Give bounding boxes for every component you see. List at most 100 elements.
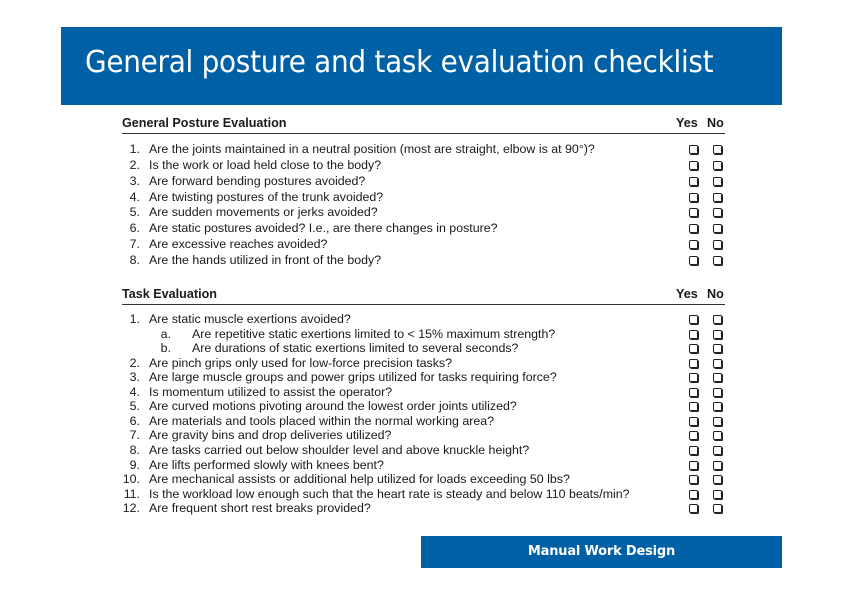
- yes-checkbox[interactable]: [689, 240, 698, 250]
- no-checkbox[interactable]: [713, 431, 722, 441]
- title-bar: General posture and task evaluation chec…: [61, 27, 782, 105]
- no-checkbox[interactable]: [713, 504, 722, 514]
- item-question: Is the work or load held close to the bo…: [149, 157, 382, 172]
- no-checkbox[interactable]: [713, 160, 722, 170]
- item-number: 6.: [129, 413, 140, 428]
- checklist-item: 9. Are lifts performed slowly with knees …: [110, 458, 740, 473]
- no-checkbox[interactable]: [713, 176, 722, 186]
- item-question: Are gravity bins and drop deliveries uti…: [149, 428, 392, 443]
- item-number: 2.: [129, 355, 140, 370]
- no-checkbox[interactable]: [713, 373, 722, 383]
- yes-checkbox[interactable]: [689, 176, 698, 186]
- item-number: b.: [160, 341, 171, 356]
- yes-column-header: Yes: [676, 116, 698, 130]
- item-number: 4.: [129, 189, 140, 204]
- checklist-item: 4. Are twisting postures of the trunk avo…: [110, 190, 740, 205]
- section-header: General Posture Evaluation Yes No: [122, 116, 725, 134]
- no-checkbox[interactable]: [713, 255, 722, 265]
- no-checkbox[interactable]: [713, 475, 722, 485]
- item-number: 8.: [129, 442, 140, 457]
- no-checkbox[interactable]: [713, 192, 722, 202]
- item-number: 4.: [129, 384, 140, 399]
- item-question: Are tasks carried out below shoulder lev…: [149, 442, 530, 457]
- checklist-item: 2. Is the work or load held close to the …: [110, 158, 740, 173]
- checklist-item: 12. Are frequent short rest breaks provid…: [110, 501, 740, 516]
- yes-checkbox[interactable]: [689, 208, 698, 218]
- item-number: 5.: [129, 205, 140, 220]
- item-question: Are twisting postures of the trunk avoid…: [149, 189, 384, 204]
- no-checkbox[interactable]: [713, 489, 722, 499]
- no-checkbox[interactable]: [713, 387, 722, 397]
- section-title: Task Evaluation: [122, 287, 217, 301]
- no-checkbox[interactable]: [713, 240, 722, 250]
- item-number: 10.: [122, 472, 140, 487]
- yes-checkbox[interactable]: [689, 329, 698, 339]
- yes-checkbox[interactable]: [689, 373, 698, 383]
- footer-bar: Manual Work Design: [421, 536, 782, 568]
- yes-checkbox[interactable]: [689, 475, 698, 485]
- no-checkbox[interactable]: [713, 445, 722, 455]
- item-number: 6.: [129, 221, 140, 236]
- item-number: 11.: [123, 486, 140, 501]
- item-question: Are excessive reaches avoided?: [149, 237, 328, 252]
- item-question: Are large muscle groups and power grips …: [149, 370, 557, 385]
- section-header: Task Evaluation Yes No: [122, 287, 725, 305]
- item-question: Is momentum utilized to assist the opera…: [149, 384, 393, 399]
- item-question: Are materials and tools placed within th…: [149, 413, 495, 428]
- no-checkbox[interactable]: [713, 329, 722, 339]
- yes-checkbox[interactable]: [689, 387, 698, 397]
- item-question: Are mechanical assists or additional hel…: [149, 472, 570, 487]
- yes-checkbox[interactable]: [689, 145, 698, 154]
- yes-checkbox[interactable]: [689, 192, 698, 202]
- item-number: a.: [160, 326, 171, 341]
- item-number: 7.: [129, 237, 140, 252]
- item-question: Are durations of static exertions limite…: [192, 341, 519, 356]
- yes-checkbox[interactable]: [689, 344, 698, 354]
- checklist-item: 1. Are static muscle exertions avoided?: [110, 312, 740, 327]
- item-question: Are repetitive static exertions limited …: [192, 326, 556, 341]
- item-question: Are the joints maintained in a neutral p…: [149, 142, 595, 156]
- item-question: Are the hands utilized in front of the b…: [149, 252, 382, 267]
- no-checkbox[interactable]: [713, 460, 722, 470]
- yes-checkbox[interactable]: [689, 160, 698, 170]
- item-question: Are sudden movements or jerks avoided?: [149, 205, 378, 220]
- yes-checkbox[interactable]: [689, 460, 698, 470]
- item-number: 1.: [129, 142, 140, 156]
- yes-checkbox[interactable]: [689, 445, 698, 455]
- yes-checkbox[interactable]: [689, 402, 698, 412]
- no-checkbox[interactable]: [713, 358, 722, 368]
- yes-checkbox[interactable]: [689, 358, 698, 368]
- no-column-header: No: [707, 116, 724, 130]
- item-number: 5.: [129, 399, 140, 414]
- item-question: Are static muscle exertions avoided?: [149, 312, 351, 326]
- item-number: 3.: [129, 370, 140, 385]
- checklist: General Posture Evaluation Yes No 1. Are …: [110, 110, 740, 535]
- item-question: Are static postures avoided? I.e., are t…: [149, 221, 498, 236]
- item-number: 8.: [129, 252, 140, 267]
- yes-checkbox[interactable]: [689, 431, 698, 441]
- yes-checkbox[interactable]: [689, 416, 698, 426]
- checklist-item: 2. Are pinch grips only used for low-forc…: [110, 356, 740, 371]
- no-checkbox[interactable]: [713, 224, 722, 234]
- item-question: Are pinch grips only used for low-force …: [149, 355, 453, 370]
- item-number: 1.: [129, 312, 140, 326]
- checklist-item: 6. Are materials and tools placed within …: [110, 414, 740, 429]
- item-question: Are frequent short rest breaks provided?: [149, 501, 371, 516]
- no-checkbox[interactable]: [713, 315, 722, 324]
- no-checkbox[interactable]: [713, 402, 722, 412]
- yes-checkbox[interactable]: [689, 489, 698, 499]
- yes-checkbox[interactable]: [689, 504, 698, 514]
- checklist-item: 3. Are forward bending postures avoided?: [110, 174, 740, 189]
- yes-checkbox[interactable]: [689, 315, 698, 324]
- item-question: Are curved motions pivoting around the l…: [149, 399, 517, 414]
- yes-checkbox[interactable]: [689, 255, 698, 265]
- checklist-sub-item: b. Are durations of static exertions limi…: [110, 341, 740, 356]
- item-number: 7.: [129, 428, 140, 443]
- no-checkbox[interactable]: [713, 344, 722, 354]
- yes-column-header: Yes: [676, 287, 698, 301]
- no-checkbox[interactable]: [713, 145, 722, 154]
- yes-checkbox[interactable]: [689, 224, 698, 234]
- item-number: 3.: [129, 173, 140, 188]
- no-checkbox[interactable]: [713, 208, 722, 218]
- no-checkbox[interactable]: [713, 416, 722, 426]
